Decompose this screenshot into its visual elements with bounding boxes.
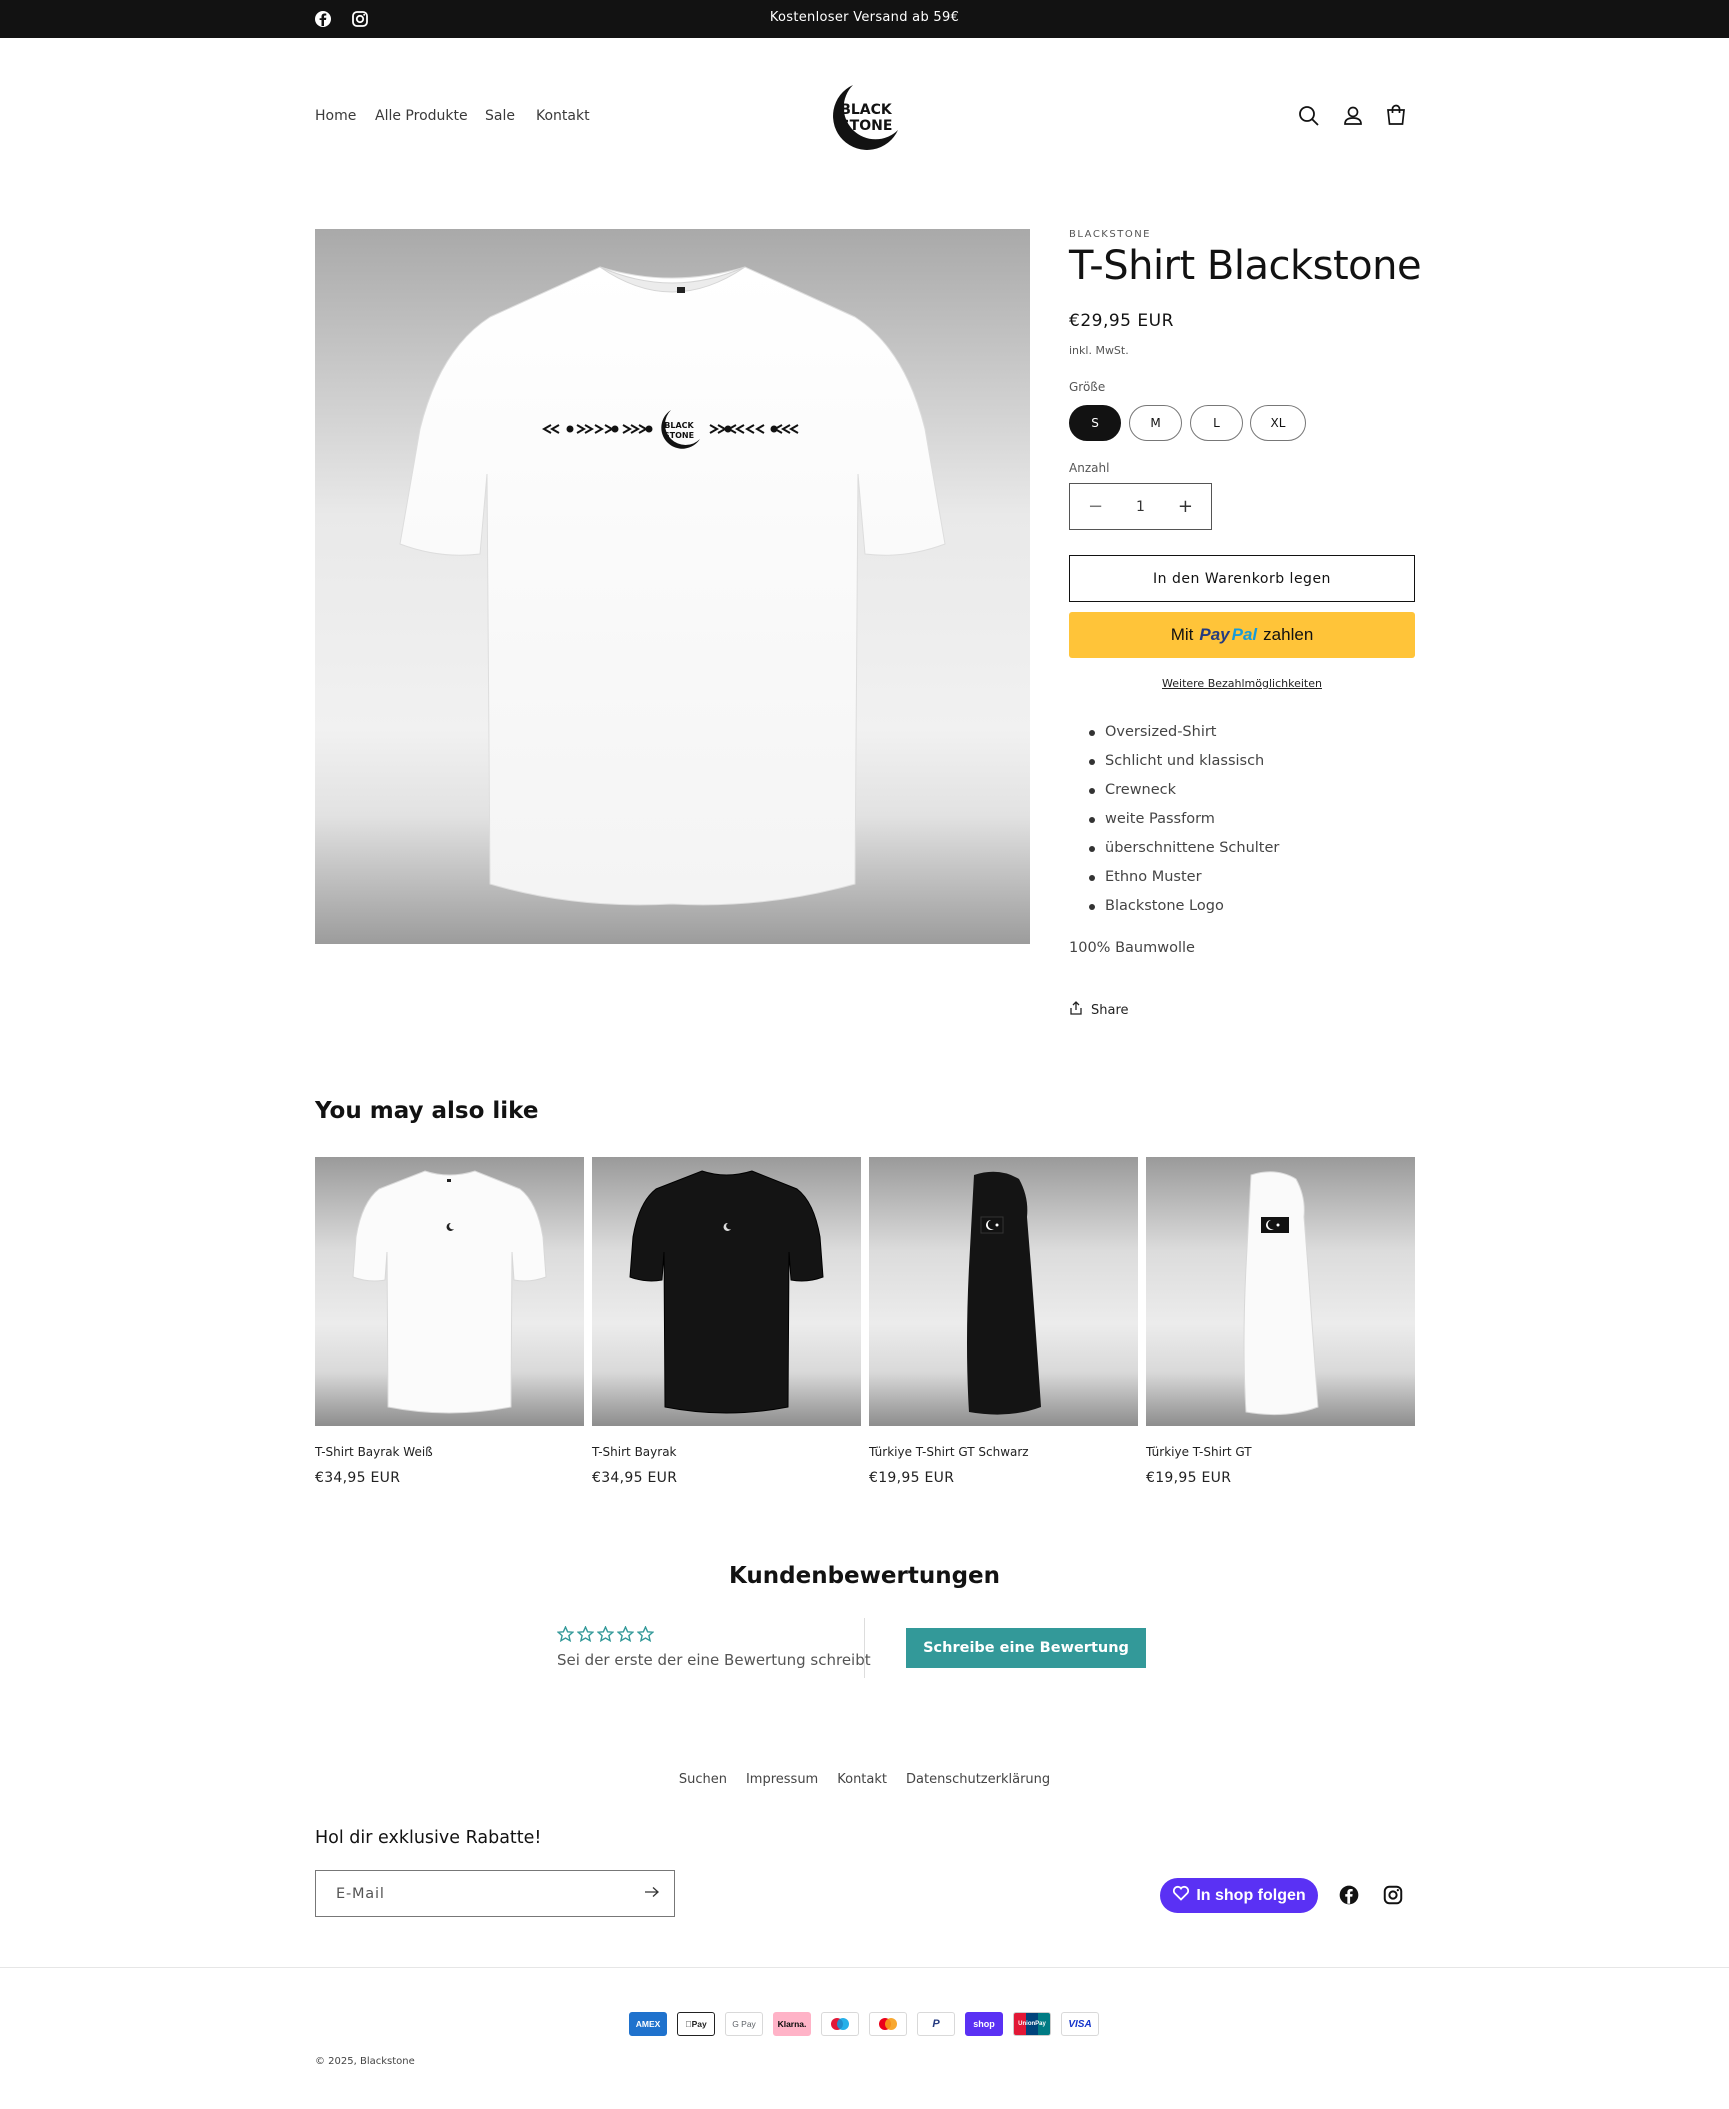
recommendations-title: You may also like: [315, 1098, 539, 1124]
footer-links: Suchen Impressum Kontakt Datenschutzerkl…: [0, 1772, 1729, 1787]
product-card-name[interactable]: Türkiye T-Shirt GT: [1146, 1445, 1252, 1459]
reviews-title: Kundenbewertungen: [728, 1563, 1001, 1589]
size-label: Größe: [1069, 380, 1106, 394]
product-card-price: €34,95 EUR: [592, 1470, 678, 1486]
paypal-icon: P: [917, 2012, 955, 2036]
star-rating: [557, 1626, 654, 1642]
minus-icon[interactable]: −: [1088, 496, 1103, 517]
paypal-logo-pay: Pay: [1199, 625, 1230, 644]
size-option-s[interactable]: S: [1069, 405, 1121, 441]
star-icon: [597, 1626, 614, 1642]
google-pay-icon: G Pay: [725, 2012, 763, 2036]
size-option-m[interactable]: M: [1129, 405, 1182, 441]
product-card-price: €19,95 EUR: [869, 1470, 955, 1486]
product-card-image[interactable]: [315, 1157, 584, 1426]
product-card-name[interactable]: Türkiye T-Shirt GT Schwarz: [869, 1445, 1029, 1459]
email-placeholder: E-Mail: [336, 1885, 385, 1902]
footer-link-search[interactable]: Suchen: [679, 1772, 727, 1787]
cart-icon[interactable]: [1383, 103, 1409, 129]
amex-icon: AMEX: [629, 2012, 667, 2036]
share-label: Share: [1091, 1002, 1129, 1018]
product-card-name[interactable]: T-Shirt Bayrak Weiß: [315, 1445, 433, 1459]
feature-item: Schlicht und klassisch: [1089, 751, 1279, 780]
store-logo[interactable]: BLACK STONE: [826, 78, 904, 156]
visa-icon: VISA: [1061, 2012, 1099, 2036]
share-icon: [1069, 1001, 1083, 1019]
size-option-l[interactable]: L: [1190, 405, 1243, 441]
feature-item: weite Passform: [1089, 809, 1279, 838]
product-card-image[interactable]: [592, 1157, 861, 1426]
heart-icon: [1172, 1885, 1190, 1906]
star-icon: [637, 1626, 654, 1642]
footer-link-contact[interactable]: Kontakt: [837, 1772, 887, 1787]
announcement-bar: Kostenloser Versand ab 59€: [0, 0, 1729, 38]
logo-line1: BLACK: [840, 102, 893, 118]
product-title: T-Shirt Blackstone: [1069, 243, 1422, 289]
feature-item: Ethno Muster: [1089, 867, 1279, 896]
product-card-image[interactable]: [1146, 1157, 1415, 1426]
tax-note: inkl. MwSt.: [1069, 344, 1129, 357]
klarna-icon: Klarna.: [773, 2012, 811, 2036]
product-card-price: €34,95 EUR: [315, 1470, 401, 1486]
svg-text:BLACK: BLACK: [664, 421, 694, 430]
mastercard-icon: [869, 2012, 907, 2036]
apple-pay-label: Pay: [688, 2019, 707, 2029]
product-vendor: BLACKSTONE: [1069, 229, 1151, 240]
star-icon: [577, 1626, 594, 1642]
product-price: €29,95 EUR: [1069, 311, 1174, 331]
feature-item: Oversized-Shirt: [1089, 722, 1279, 751]
quantity-stepper: − 1 +: [1069, 483, 1212, 530]
reviews-empty-text: Sei der erste der eine Bewertung schreib…: [557, 1651, 871, 1669]
paypal-logo-pal: Pal: [1231, 625, 1258, 644]
product-card-image[interactable]: [869, 1157, 1138, 1426]
footer-link-privacy[interactable]: Datenschutzerklärung: [906, 1772, 1050, 1787]
apple-pay-icon: Pay: [677, 2012, 715, 2036]
logo-line2: STONE: [840, 118, 893, 134]
payment-icons: AMEX Pay G Pay Klarna. P shop UnionPay …: [629, 2012, 1099, 2036]
paypal-suffix: zahlen: [1263, 625, 1314, 644]
material-info: 100% Baumwolle: [1069, 940, 1195, 956]
star-icon: [617, 1626, 634, 1642]
product-image[interactable]: BLACK STONE: [315, 229, 1030, 944]
star-icon: [557, 1626, 574, 1642]
feature-item: überschnittene Schulter: [1089, 838, 1279, 867]
feature-item: Crewneck: [1089, 780, 1279, 809]
plus-icon[interactable]: +: [1178, 496, 1193, 517]
feature-list: Oversized-Shirt Schlicht und klassisch C…: [1089, 722, 1279, 925]
product-card-name[interactable]: T-Shirt Bayrak: [592, 1445, 677, 1459]
footer-divider: [0, 1967, 1729, 1968]
product-card-price: €19,95 EUR: [1146, 1470, 1232, 1486]
copyright: © 2025, Blackstone: [315, 2056, 415, 2067]
email-field[interactable]: E-Mail: [315, 1870, 675, 1917]
follow-label: In shop folgen: [1196, 1886, 1306, 1904]
quantity-label: Anzahl: [1069, 461, 1110, 475]
share-button[interactable]: Share: [1069, 1001, 1129, 1019]
write-review-button[interactable]: Schreibe eine Bewertung: [906, 1628, 1146, 1668]
quantity-value[interactable]: 1: [1136, 499, 1145, 515]
facebook-icon[interactable]: [1338, 1884, 1360, 1906]
nav-home[interactable]: Home: [315, 108, 356, 124]
footer-link-imprint[interactable]: Impressum: [746, 1772, 818, 1787]
arrow-right-icon[interactable]: [644, 1886, 660, 1902]
maestro-icon: [821, 2012, 859, 2036]
shop-pay-icon: shop: [965, 2012, 1003, 2036]
nav-contact[interactable]: Kontakt: [536, 108, 590, 124]
svg-text:STONE: STONE: [664, 431, 694, 440]
announcement-text: Kostenloser Versand ab 59€: [769, 10, 960, 25]
size-option-xl[interactable]: XL: [1250, 405, 1306, 441]
newsletter-title: Hol dir exklusive Rabatte!: [315, 1828, 542, 1848]
nav-all-products[interactable]: Alle Produkte: [375, 108, 468, 124]
shop-follow-button[interactable]: In shop folgen: [1160, 1878, 1318, 1913]
account-icon[interactable]: [1340, 103, 1366, 129]
divider: [864, 1618, 865, 1678]
instagram-icon[interactable]: [1382, 1884, 1404, 1906]
nav-sale[interactable]: Sale: [485, 108, 515, 124]
union-pay-icon: UnionPay: [1013, 2012, 1051, 2036]
feature-item: Blackstone Logo: [1089, 896, 1279, 925]
paypal-prefix: Mit: [1170, 625, 1194, 644]
search-icon[interactable]: [1296, 103, 1322, 129]
more-payment-options-link[interactable]: Weitere Bezahlmöglichkeiten: [1069, 677, 1415, 690]
paypal-button[interactable]: Mit Pay Pal zahlen: [1069, 612, 1415, 658]
add-to-cart-button[interactable]: In den Warenkorb legen: [1069, 555, 1415, 602]
